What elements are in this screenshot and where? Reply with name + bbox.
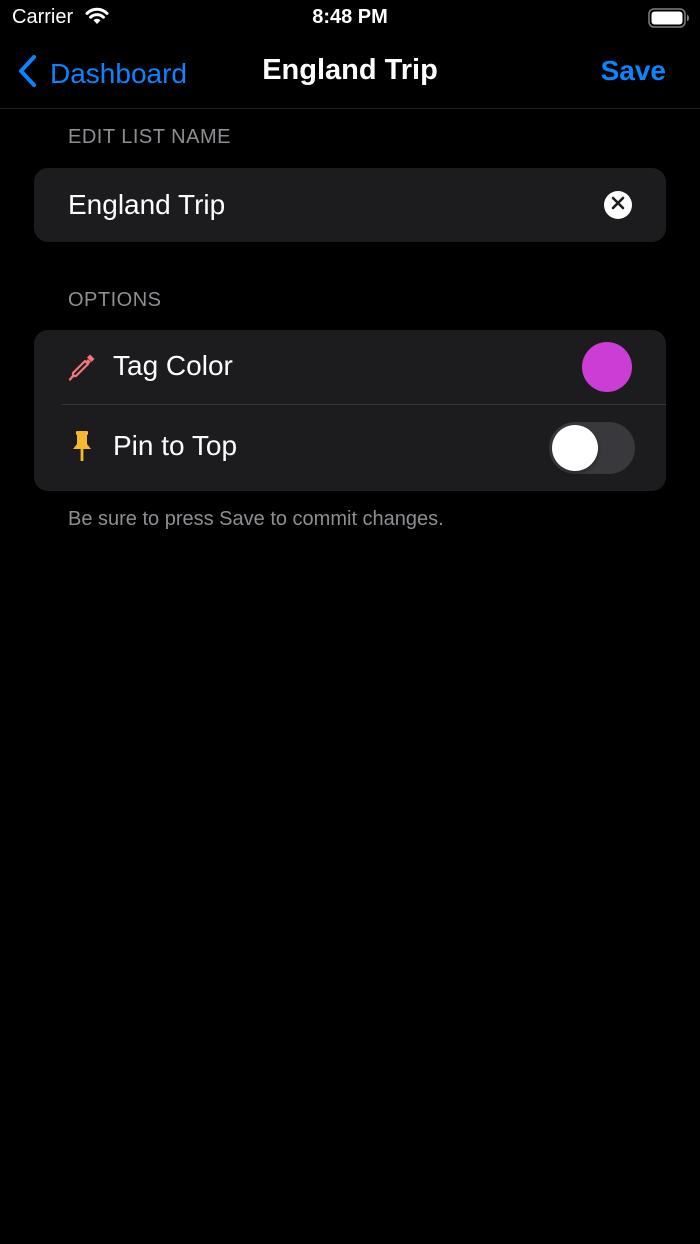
pin-to-top-toggle[interactable] (549, 422, 635, 474)
back-button[interactable]: Dashboard (18, 54, 187, 93)
row-divider (62, 404, 666, 405)
pin-to-top-row: Pin to Top (34, 410, 666, 484)
toggle-knob (552, 425, 598, 471)
list-name-field[interactable] (68, 168, 588, 242)
clear-circle-icon (611, 196, 625, 215)
chevron-left-icon (18, 54, 38, 93)
options-card: Tag Color Pin to Top (34, 330, 666, 491)
edit-list-name-header: EDIT LIST NAME (68, 126, 231, 148)
clear-text-button[interactable] (604, 191, 632, 219)
tag-color-swatch[interactable] (582, 342, 632, 392)
tag-color-row[interactable]: Tag Color (34, 330, 666, 405)
status-bar: Carrier 8:48 PM (0, 0, 700, 40)
options-header: OPTIONS (68, 289, 162, 311)
back-button-label: Dashboard (50, 57, 187, 89)
eyedropper-icon (66, 351, 98, 383)
tag-color-label: Tag Color (113, 350, 233, 381)
battery-icon (648, 8, 690, 33)
status-time: 8:48 PM (312, 6, 388, 28)
footer-note: Be sure to press Save to commit changes. (68, 508, 444, 530)
save-button[interactable]: Save (601, 55, 666, 87)
pin-icon (66, 429, 98, 461)
pin-to-top-label: Pin to Top (113, 430, 238, 461)
list-name-card (34, 168, 666, 242)
navigation-bar: Dashboard England Trip Save (0, 40, 700, 109)
